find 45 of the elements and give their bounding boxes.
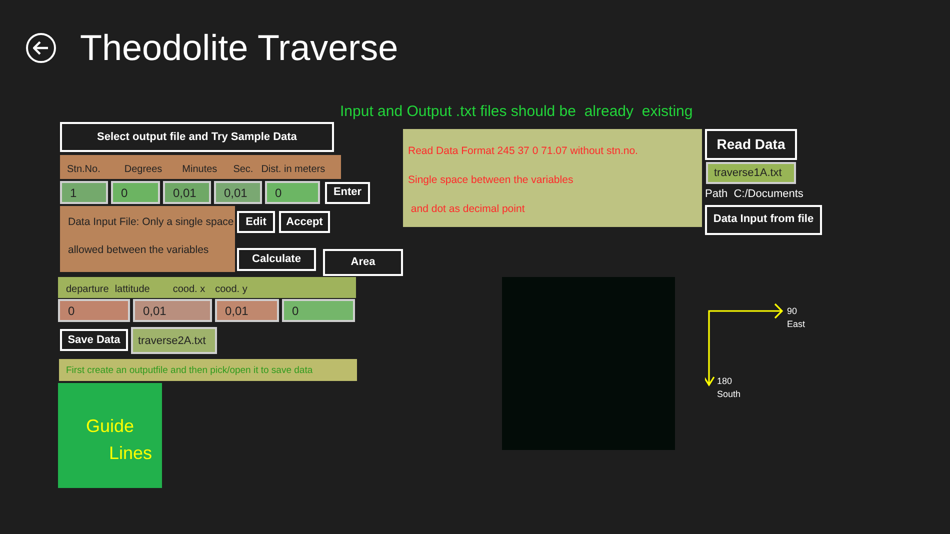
data-input-textarea[interactable]: Data Input File: Only a single space allowed between the variables: [60, 206, 235, 272]
back-arrow-icon: [33, 41, 49, 55]
format-info-line: Single space between the variables: [408, 173, 574, 188]
save-hint-text: First create an outputfile and then pick/open it to save data: [59, 359, 357, 381]
textarea-line: Data Input File: Only a single space: [68, 215, 235, 230]
select-output-button[interactable]: Select output file and Try Sample Data: [60, 122, 334, 152]
format-info-line: and dot as decimal point: [410, 202, 526, 217]
column-header: Degrees: [124, 163, 162, 177]
input-field[interactable]: 0: [111, 181, 160, 204]
column-header: departure: [66, 283, 109, 297]
page-title: Theodolite Traverse: [80, 30, 398, 66]
textarea-line: allowed between the variables: [68, 243, 210, 258]
column-header: cood. x: [172, 283, 206, 297]
format-info-line: Read Data Format 245 37 0 71.07 without stn.no.: [408, 144, 639, 159]
enter-button[interactable]: Enter: [325, 182, 370, 204]
column-header: Dist. in meters: [261, 163, 326, 177]
input-field[interactable]: 0: [265, 181, 320, 204]
back-button[interactable]: [26, 33, 56, 63]
notice-text: Input and Output .txt files should be already existing: [340, 103, 693, 120]
path-text: Path C:/Documents: [705, 187, 804, 202]
input-field[interactable]: 1: [60, 181, 108, 204]
input-file-field[interactable]: traverse1A.txt: [706, 162, 796, 184]
east-label: East: [787, 318, 806, 331]
input-field[interactable]: 0,01: [133, 299, 212, 322]
south-value: 180: [717, 375, 734, 388]
column-header: cood. y: [215, 283, 248, 297]
east-value: 90: [787, 305, 798, 318]
input-field[interactable]: 0,01: [163, 181, 211, 204]
save-data-button[interactable]: Save Data: [60, 329, 128, 351]
area-button[interactable]: Area: [323, 249, 403, 276]
column-header: Stn.No.: [67, 163, 100, 177]
column-header: lattitude: [114, 283, 150, 297]
input-field[interactable]: 0: [282, 299, 355, 322]
column-header: Minutes: [182, 163, 218, 177]
input-field[interactable]: 0,01: [215, 299, 279, 322]
read-data-button[interactable]: Read Data: [705, 129, 797, 160]
data-input-button[interactable]: Data Input from file: [705, 204, 822, 234]
input-field[interactable]: 0,01: [214, 181, 262, 204]
south-label: South: [717, 388, 741, 401]
accept-button[interactable]: Accept: [279, 211, 330, 233]
output-file-field[interactable]: traverse2A.txt: [131, 327, 217, 354]
edit-button[interactable]: Edit: [237, 211, 275, 233]
calculate-button[interactable]: Calculate: [237, 248, 316, 271]
column-header: Sec.: [233, 163, 254, 177]
input-field[interactable]: 0: [58, 299, 130, 322]
